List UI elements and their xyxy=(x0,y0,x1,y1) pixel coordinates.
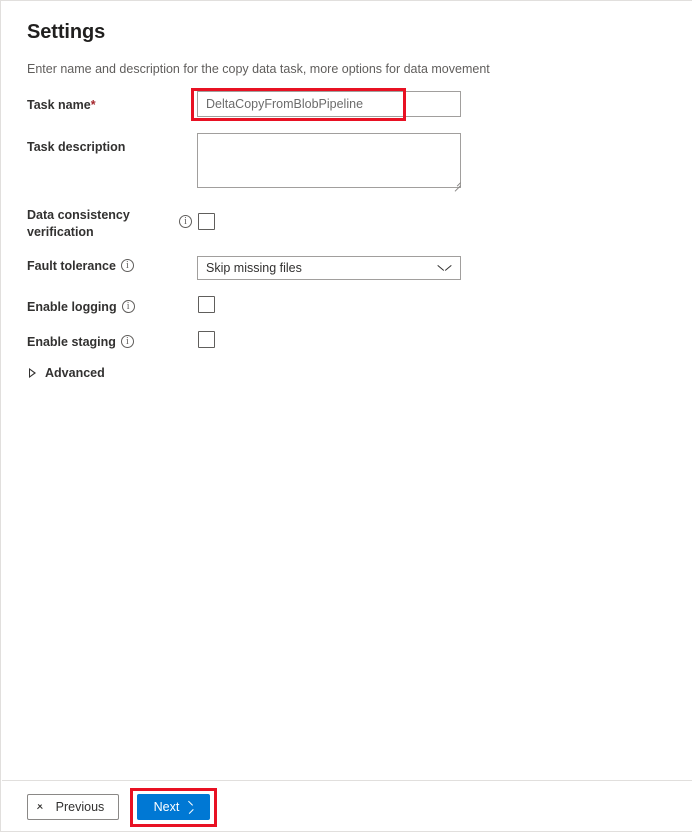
next-button[interactable]: Next xyxy=(137,794,210,820)
task-name-label: Task name* xyxy=(27,97,187,114)
settings-page: Settings Enter name and description for … xyxy=(0,0,692,832)
enable-staging-checkbox[interactable] xyxy=(198,331,215,348)
footer-divider xyxy=(2,780,692,781)
fault-tolerance-label: Fault tolerance xyxy=(27,258,197,275)
enable-staging-label: Enable staging xyxy=(27,334,197,351)
task-name-label-text: Task name xyxy=(27,98,91,112)
info-circle-icon-enable-logging[interactable] xyxy=(121,300,135,313)
enable-logging-label-text: Enable logging xyxy=(27,300,117,314)
data-consistency-checkbox[interactable] xyxy=(198,213,215,230)
advanced-expander[interactable]: Advanced xyxy=(29,366,105,380)
task-name-input[interactable] xyxy=(197,91,461,117)
task-description-textarea[interactable] xyxy=(197,133,461,188)
next-button-label: Next xyxy=(153,800,180,814)
page-title: Settings xyxy=(27,21,106,43)
advanced-expander-label: Advanced xyxy=(45,366,105,380)
previous-button[interactable]: Previous xyxy=(27,794,119,820)
triangle-right-icon xyxy=(29,368,36,378)
required-asterisk: * xyxy=(90,98,96,112)
info-circle-icon-fault-tolerance[interactable] xyxy=(120,259,134,272)
info-circle-icon-enable-staging[interactable] xyxy=(120,335,134,348)
chevron-down-icon xyxy=(439,263,450,274)
enable-staging-label-text: Enable staging xyxy=(27,335,116,349)
chevron-left-icon xyxy=(42,803,50,812)
enable-logging-label: Enable logging xyxy=(27,299,197,316)
fault-tolerance-selected-value: Skip missing files xyxy=(206,261,302,275)
fault-tolerance-label-text: Fault tolerance xyxy=(27,259,116,273)
info-circle-icon-data-consistency[interactable] xyxy=(179,215,192,228)
chevron-right-icon xyxy=(185,803,193,812)
fault-tolerance-dropdown[interactable]: Skip missing files xyxy=(197,256,461,280)
enable-logging-checkbox[interactable] xyxy=(198,296,215,313)
page-subtitle: Enter name and description for the copy … xyxy=(27,62,490,76)
task-description-label: Task description xyxy=(27,140,126,154)
previous-button-label: Previous xyxy=(55,800,105,814)
data-consistency-label: Data consistency verification xyxy=(27,208,130,239)
